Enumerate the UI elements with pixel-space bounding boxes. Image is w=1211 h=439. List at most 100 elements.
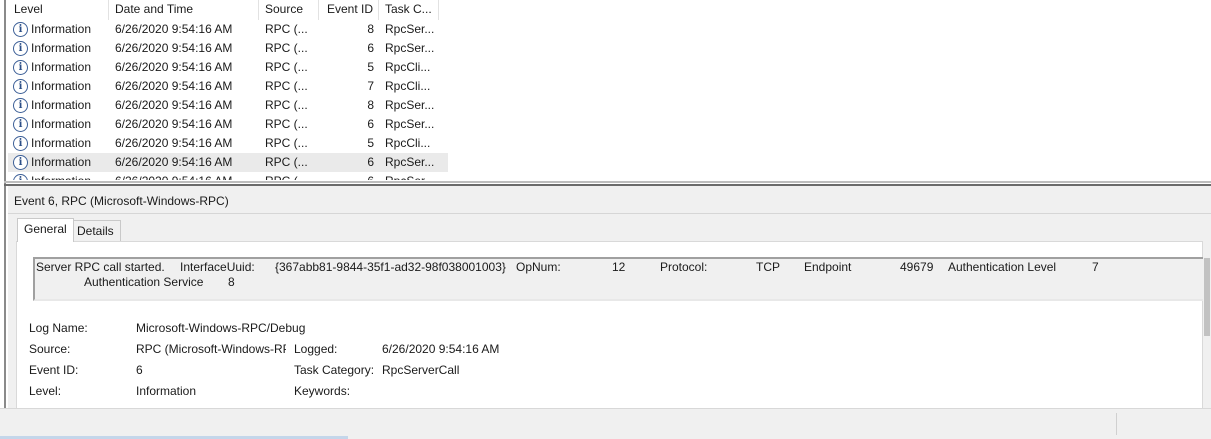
cell-level: Information: [31, 60, 92, 74]
cell-level: Information: [31, 41, 92, 55]
task-category-label: Task Category:: [294, 363, 375, 377]
column-header-source[interactable]: Source: [259, 0, 319, 20]
column-header-level[interactable]: Level: [8, 0, 109, 20]
status-separator: [1116, 413, 1117, 435]
cell-event-id: 6: [367, 117, 374, 131]
cell-event-id: 8: [367, 98, 374, 112]
cell-task: RpcSer...: [385, 98, 435, 112]
keywords-label: Keywords:: [294, 384, 351, 398]
cell-date-time: 6/26/2020 9:54:16 AM: [115, 155, 233, 169]
event-message-box[interactable]: Server RPC call started. InterfaceUuid: …: [33, 257, 1206, 301]
cell-date-time: 6/26/2020 9:54:16 AM: [115, 136, 233, 150]
opnum-value: 12: [612, 260, 626, 274]
event-row[interactable]: iInformation 6/26/2020 9:54:16 AM RPC (...…: [8, 172, 448, 180]
cell-date-time: 6/26/2020 9:54:16 AM: [115, 117, 233, 131]
cell-source: RPC (...: [265, 117, 308, 131]
left-border: [4, 0, 6, 410]
column-header-event-id[interactable]: Event ID: [319, 0, 379, 20]
cell-date-time: 6/26/2020 9:54:16 AM: [115, 98, 233, 112]
cell-task: RpcSer...: [385, 172, 440, 180]
interface-uuid-label: InterfaceUuid:: [180, 260, 255, 274]
status-bar: [0, 408, 1211, 439]
information-icon: i: [13, 79, 28, 94]
cell-event-id: 5: [367, 60, 374, 74]
event-row[interactable]: iInformation 6/26/2020 9:54:16 AM RPC (...…: [8, 77, 448, 96]
cell-source: RPC (...: [265, 172, 317, 180]
cell-task: RpcCli...: [385, 136, 431, 150]
logged-value: 6/26/2020 9:54:16 AM: [382, 342, 500, 356]
splitter[interactable]: [4, 181, 1211, 183]
cell-date-time: 6/26/2020 9:54:16 AM: [115, 22, 233, 36]
column-header-task-category[interactable]: Task C...: [379, 0, 439, 20]
event-row[interactable]: iInformation 6/26/2020 9:54:16 AM RPC (...…: [8, 153, 448, 172]
cell-task: RpcSer...: [385, 22, 435, 36]
cell-level: Information: [31, 136, 92, 150]
cell-level: Information: [31, 155, 92, 169]
level-value: Information: [136, 384, 197, 398]
auth-service-label: Authentication Service: [84, 275, 204, 289]
cell-event-id: 8: [367, 22, 374, 36]
cell-source: RPC (...: [265, 60, 308, 74]
column-header-date-time[interactable]: Date and Time: [109, 0, 259, 20]
cell-event-id: 6: [319, 172, 374, 180]
event-row[interactable]: iInformation 6/26/2020 9:54:16 AM RPC (...…: [8, 39, 448, 58]
event-detail-pane: Event 6, RPC (Microsoft-Windows-RPC) Gen…: [8, 186, 1211, 408]
information-icon: i: [13, 117, 28, 132]
event-row[interactable]: iInformation 6/26/2020 9:54:16 AM RPC (...…: [8, 134, 448, 153]
information-icon: i: [13, 155, 28, 170]
event-row[interactable]: iInformation 6/26/2020 9:54:16 AM RPC (...…: [8, 20, 448, 39]
cell-date-time: 6/26/2020 9:54:16 AM: [115, 60, 233, 74]
event-list[interactable]: Level Date and Time Source Event ID Task…: [8, 0, 1211, 181]
event-id-value: 6: [136, 363, 143, 377]
protocol-label: Protocol:: [660, 260, 708, 274]
cell-event-id: 6: [367, 155, 374, 169]
cell-level: Information: [31, 98, 92, 112]
cell-event-id: 5: [367, 136, 374, 150]
information-icon: i: [13, 136, 28, 151]
cell-task: RpcCli...: [385, 79, 431, 93]
cell-level: Information: [31, 79, 92, 93]
opnum-label: OpNum:: [516, 260, 561, 274]
cell-event-id: 7: [367, 79, 374, 93]
event-rows: i Information 6/26/2020 9:54:16 AM RPC (...…: [8, 20, 448, 180]
cell-level: Information: [31, 117, 92, 131]
endpoint-value: 49679: [900, 260, 934, 274]
cell-task: RpcSer...: [385, 117, 435, 131]
event-row[interactable]: iInformation 6/26/2020 9:54:16 AM RPC (...…: [8, 115, 448, 134]
task-category-value: RpcServerCall: [382, 363, 460, 377]
cell-task: RpcCli...: [385, 60, 431, 74]
source-value: RPC (Microsoft-Windows-RPC): [136, 342, 286, 356]
log-name-value: Microsoft-Windows-RPC/Debug: [136, 321, 306, 335]
log-name-label: Log Name:: [29, 321, 88, 335]
auth-level-value: 7: [1092, 260, 1099, 274]
cell-event-id: 6: [367, 41, 374, 55]
cell-level: Information: [31, 172, 109, 180]
cell-date-time: 6/26/2020 9:54:16 AM: [115, 41, 233, 55]
cell-source: RPC (...: [265, 41, 308, 55]
information-icon: i: [13, 60, 28, 75]
cell-date-time: 6/26/2020 9:54:16 AM: [115, 79, 233, 93]
information-icon: i: [13, 174, 28, 180]
information-icon: i: [13, 98, 28, 113]
cell-source: RPC (...: [265, 155, 308, 169]
tab-general[interactable]: General: [17, 218, 74, 242]
protocol-value: TCP: [756, 260, 780, 274]
auth-service-value: 8: [228, 275, 235, 289]
tab-details[interactable]: Details: [70, 220, 121, 241]
cell-source: RPC (...: [265, 136, 308, 150]
detail-scrollbar-thumb[interactable]: [1204, 258, 1210, 336]
interface-uuid-value: {367abb81-9844-35f1-ad32-98f038001003}: [275, 260, 506, 274]
divider: [8, 213, 1211, 214]
event-row[interactable]: iInformation 6/26/2020 9:54:16 AM RPC (...…: [8, 58, 448, 77]
event-id-label: Event ID:: [29, 363, 79, 377]
event-row[interactable]: iInformation 6/26/2020 9:54:16 AM RPC (...…: [8, 96, 448, 115]
cell-source: RPC (...: [265, 79, 308, 93]
logged-label: Logged:: [294, 342, 338, 356]
information-icon: i: [13, 41, 28, 56]
endpoint-label: Endpoint: [804, 260, 852, 274]
level-label: Level:: [29, 384, 62, 398]
auth-level-label: Authentication Level: [948, 260, 1057, 274]
cell-source: RPC (...: [265, 98, 308, 112]
detail-title: Event 6, RPC (Microsoft-Windows-RPC): [14, 194, 229, 208]
cell-level: Information: [31, 22, 92, 36]
